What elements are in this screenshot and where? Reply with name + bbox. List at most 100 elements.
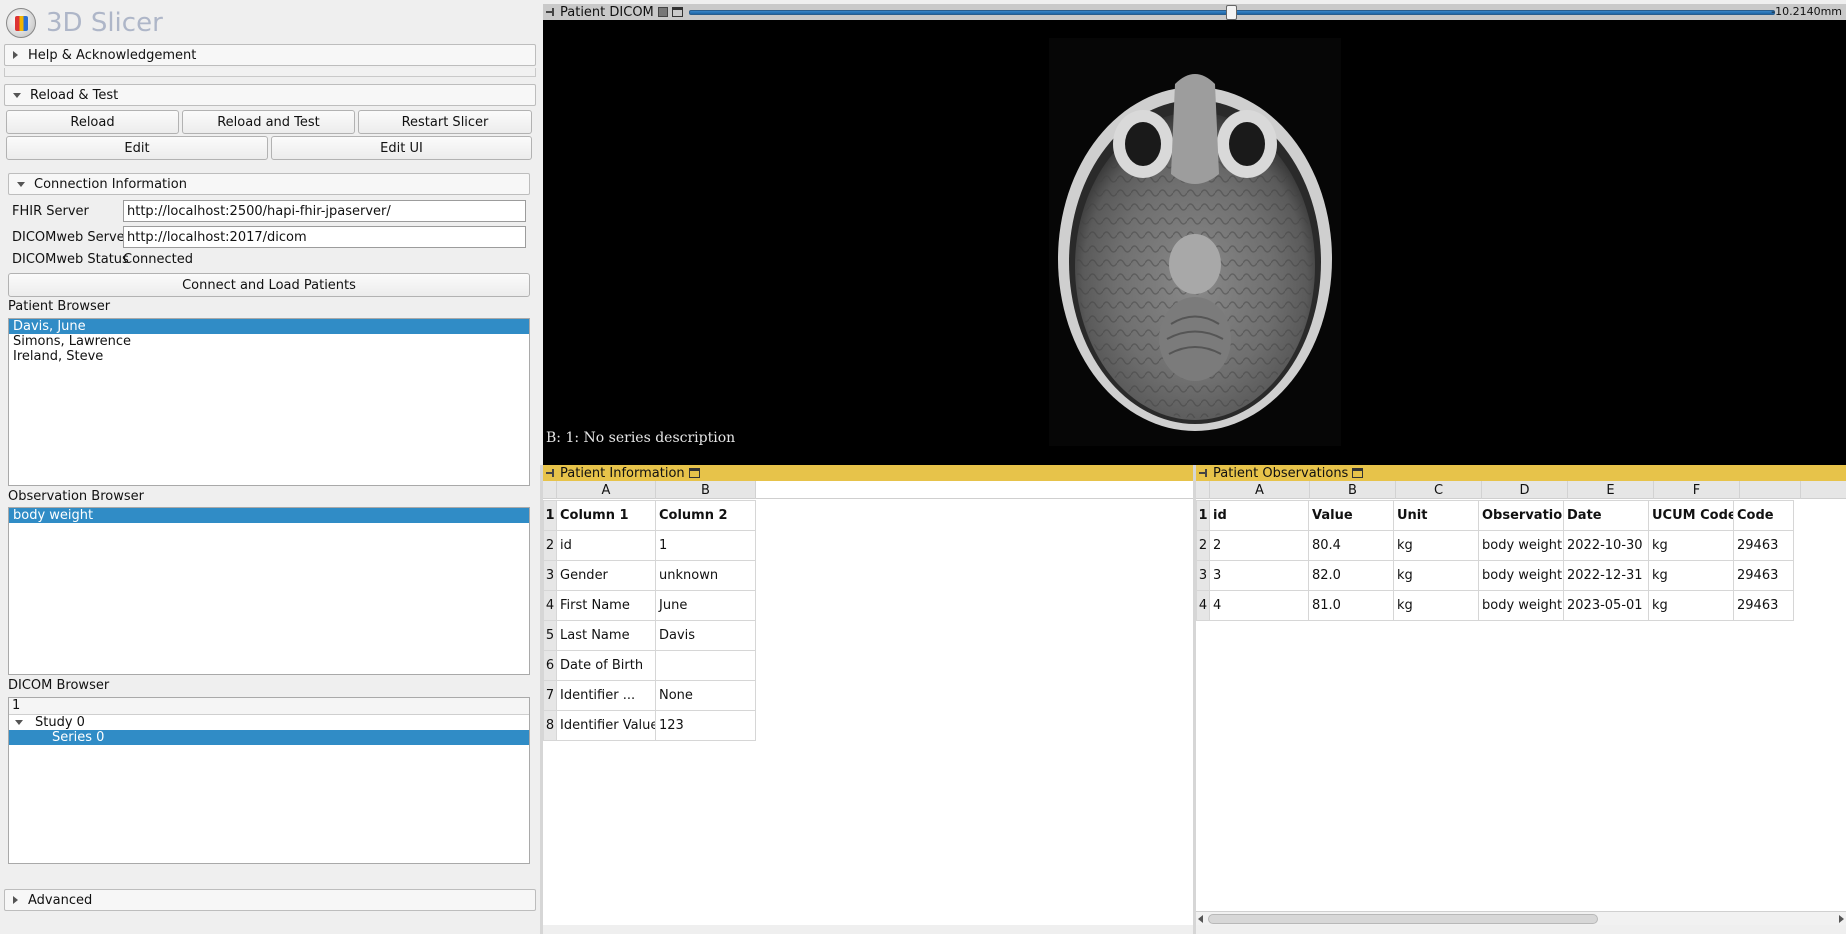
row-number[interactable]: 8 [543,710,557,741]
restart-slicer-button[interactable]: Restart Slicer [358,110,532,134]
patient-list[interactable]: Davis, June Simons, Lawrence Ireland, St… [8,318,530,486]
observation-list[interactable]: body weight [8,507,530,675]
help-section-header[interactable]: Help & Acknowledgement [4,44,536,66]
list-item[interactable]: Ireland, Steve [9,349,529,364]
table-cell[interactable]: Unit [1393,500,1479,531]
column-header[interactable]: E [1568,481,1654,499]
column-header[interactable]: F [1654,481,1740,499]
table-cell[interactable]: body weight [1478,560,1564,591]
table-cell[interactable]: kg [1393,560,1479,591]
reload-button[interactable]: Reload [6,110,179,134]
connect-load-patients-button[interactable]: Connect and Load Patients [8,273,530,297]
table-cell[interactable]: kg [1393,530,1479,561]
pin-icon[interactable] [546,7,556,17]
table-cell[interactable]: Identifier Value [556,710,656,741]
list-item[interactable]: Davis, June [9,319,529,334]
row-number[interactable]: 2 [543,530,557,561]
row-number[interactable]: 7 [543,680,557,711]
column-header[interactable]: A [1210,481,1310,499]
table-cell[interactable]: Date of Birth [556,650,656,681]
table-cell[interactable]: kg [1648,560,1734,591]
table-cell[interactable]: 29463 [1733,560,1794,591]
row-number[interactable]: 3 [543,560,557,591]
table-cell[interactable]: 82.0 [1308,560,1394,591]
table-cell[interactable]: id [1209,500,1309,531]
row-number[interactable]: 4 [543,590,557,621]
row-number[interactable]: 3 [1196,560,1210,591]
edit-ui-button[interactable]: Edit UI [271,136,532,160]
table-cell[interactable]: 2022-10-30 ... [1563,530,1649,561]
column-header[interactable]: B [1310,481,1396,499]
table-cell[interactable]: First Name [556,590,656,621]
list-item[interactable]: Simons, Lawrence [9,334,529,349]
collapse-arrow-icon[interactable] [15,720,23,725]
table-cell[interactable]: 29463 [1733,590,1794,621]
row-number[interactable]: 1 [1196,500,1210,531]
row-number[interactable]: 2 [1196,530,1210,561]
row-number[interactable]: 4 [1196,590,1210,621]
table-cell[interactable]: Code [1733,500,1794,531]
tree-item-series[interactable]: Series 0 [9,730,529,745]
column-header[interactable]: B [656,481,756,499]
table-cell[interactable]: 80.4 [1308,530,1394,561]
slice-offset-slider-handle[interactable] [1226,5,1237,20]
table-cell[interactable]: kg [1648,530,1734,561]
table-cell[interactable]: 123 [655,710,756,741]
column-header[interactable]: D [1482,481,1568,499]
table-cell[interactable]: id [556,530,656,561]
table-cell[interactable]: None [655,680,756,711]
table-cell[interactable]: Observatio... [1478,500,1564,531]
table-cell[interactable]: Gender [556,560,656,591]
row-number[interactable]: 6 [543,650,557,681]
maximize-view-icon[interactable] [671,7,683,17]
table-cell[interactable]: body weight [1478,530,1564,561]
table-cell[interactable]: June [655,590,756,621]
view-splitter[interactable] [540,465,543,934]
list-item[interactable]: body weight [9,508,529,523]
advanced-section-header[interactable]: Advanced [4,889,536,911]
table-cell[interactable]: 2022-12-31 ... [1563,560,1649,591]
link-icon[interactable] [657,7,668,17]
table-cell[interactable]: 3 [1209,560,1309,591]
table-cell[interactable]: body weight [1478,590,1564,621]
table-cell[interactable]: Column 1 [556,500,656,531]
slice-view[interactable] [543,4,1846,466]
table-cell[interactable]: Davis [655,620,756,651]
maximize-view-icon[interactable] [688,468,700,478]
table-cell[interactable]: 1 [655,530,756,561]
table-cell[interactable]: 4 [1209,590,1309,621]
dicomweb-server-input[interactable]: http://localhost:2017/dicom [123,226,526,248]
tree-item-study[interactable]: Study 0 [9,715,529,730]
scroll-right-icon[interactable] [1839,915,1844,923]
table-cell[interactable]: UCUM Code [1648,500,1734,531]
table-cell[interactable]: unknown [655,560,756,591]
table-cell[interactable]: Date [1563,500,1649,531]
column-header[interactable]: A [557,481,656,499]
connection-section-header[interactable]: Connection Information [8,173,530,195]
table-cell[interactable]: Identifier ... [556,680,656,711]
fhir-server-input[interactable]: http://localhost:2500/hapi-fhir-jpaserve… [123,200,526,222]
view-splitter[interactable] [1193,465,1196,934]
table-cell[interactable] [655,650,756,681]
row-number[interactable]: 5 [543,620,557,651]
patient-info-table-pane[interactable]: A B 1 Column 1 Column 2 2 id 1 3 Gender unknown 4… [543,481,1193,925]
table-cell[interactable]: 81.0 [1308,590,1394,621]
row-number[interactable]: 1 [543,500,557,531]
observations-table-pane[interactable]: ABCDEF 1idValueUnitObservatio...DateUCUM… [1196,481,1846,925]
column-header[interactable] [1740,481,1801,499]
pin-icon[interactable] [1199,468,1209,478]
reload-test-section-header[interactable]: Reload & Test [4,84,536,106]
table-cell[interactable]: Value [1308,500,1394,531]
column-header[interactable]: C [1396,481,1482,499]
table-cell[interactable]: kg [1648,590,1734,621]
table-cell[interactable]: 2 [1209,530,1309,561]
maximize-view-icon[interactable] [1352,468,1364,478]
scrollbar-thumb[interactable] [1208,914,1598,924]
pin-icon[interactable] [546,468,556,478]
table-cell[interactable]: 29463 [1733,530,1794,561]
horizontal-scrollbar[interactable] [1196,911,1846,925]
scroll-left-icon[interactable] [1198,915,1203,923]
table-cell[interactable]: Column 2 [655,500,756,531]
edit-button[interactable]: Edit [6,136,268,160]
table-cell[interactable]: 2023-05-01 ... [1563,590,1649,621]
